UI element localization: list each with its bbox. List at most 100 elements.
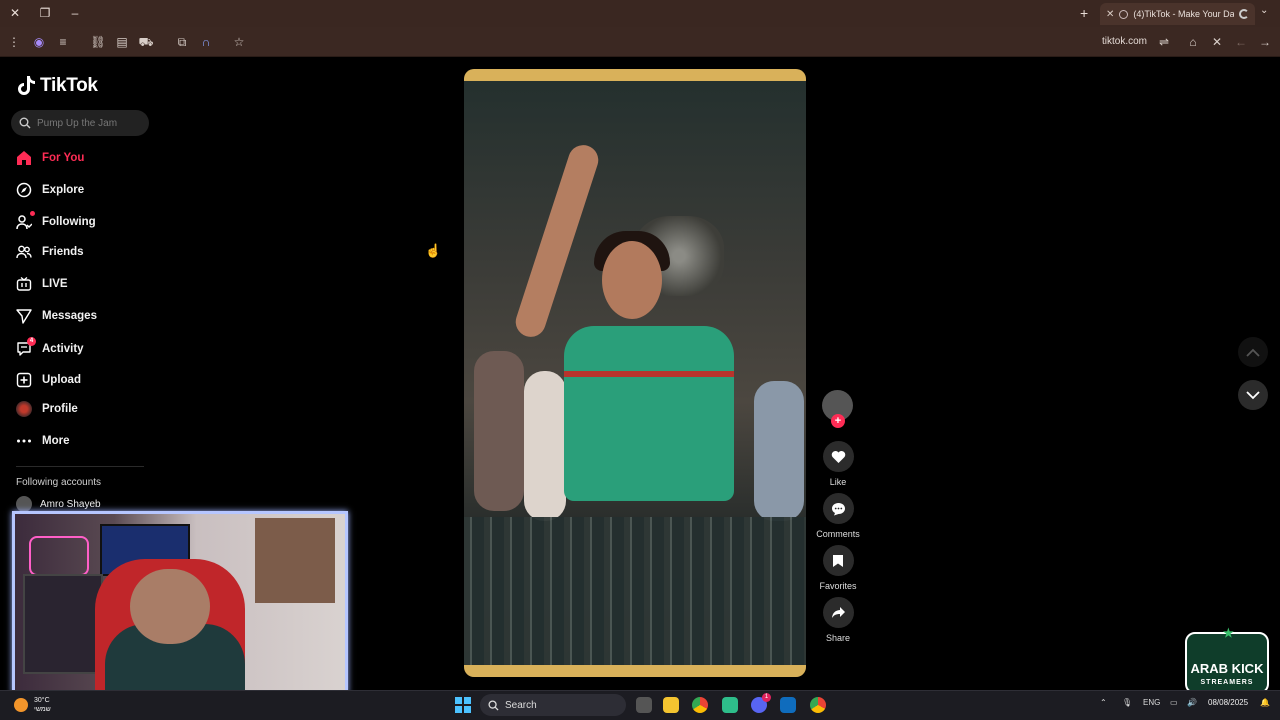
following-account-item[interactable]: Amro Shayeb	[16, 496, 101, 512]
video-player[interactable]	[464, 69, 806, 677]
nav-friends[interactable]: Friends	[16, 240, 156, 264]
avatar	[16, 401, 32, 417]
sun-icon	[14, 698, 28, 712]
close-window-icon[interactable]: ✕	[6, 5, 24, 21]
search-input[interactable]	[37, 117, 137, 129]
arc-icon[interactable]: ∩	[198, 34, 214, 50]
watermark-line2: STREAMERS	[1200, 679, 1254, 686]
share-button[interactable]: Share	[812, 597, 864, 643]
nav-profile[interactable]: Profile	[16, 397, 156, 421]
favorites-label: Favorites	[819, 581, 857, 591]
translate-icon[interactable]: ▤	[114, 34, 130, 50]
task-view-icon[interactable]	[636, 697, 652, 713]
volume-icon[interactable]: 🔊	[1187, 698, 1197, 707]
minimize-icon[interactable]: –	[66, 5, 84, 21]
address-bar-url[interactable]: tiktok.com	[1102, 36, 1147, 47]
nav-messages[interactable]: Messages	[16, 304, 156, 328]
dj-mixer	[464, 517, 806, 665]
nav-upload[interactable]: Upload	[16, 368, 156, 392]
bookmark-icon	[822, 545, 854, 576]
message-icon	[16, 308, 32, 324]
close-tab-icon[interactable]: ✕	[1106, 9, 1114, 20]
taskbar-search[interactable]: Search	[480, 694, 626, 716]
nav-label: Profile	[42, 403, 78, 415]
taskbar-search-label: Search	[505, 699, 537, 711]
nav-live[interactable]: LIVE	[16, 272, 156, 296]
nav-label: Messages	[42, 310, 97, 322]
nav-for-you[interactable]: For You	[16, 146, 156, 170]
avatar	[16, 496, 32, 512]
menu-dots-icon[interactable]: ⋮	[6, 34, 22, 50]
nav-label: For You	[42, 152, 85, 164]
arab-kick-streamers-logo: ★ ARAB KICK STREAMERS	[1185, 626, 1269, 694]
outlook-icon[interactable]	[780, 697, 796, 713]
weather-temp: 30°C	[34, 697, 50, 704]
home-icon[interactable]: ⌂	[1185, 34, 1201, 50]
comments-button[interactable]: Comments	[812, 493, 864, 539]
like-label: Like	[829, 477, 847, 487]
playlist-icon[interactable]: ≡	[55, 34, 71, 50]
wall-poster	[255, 518, 335, 603]
previous-video-button[interactable]	[1238, 337, 1268, 367]
raised-arm	[511, 141, 603, 341]
like-button[interactable]: Like	[812, 441, 864, 487]
network-icon[interactable]: ▭	[1170, 698, 1178, 707]
notification-icon[interactable]: 🔔	[1260, 698, 1270, 707]
chrome-active-icon[interactable]	[810, 697, 826, 713]
weather-widget[interactable]: 30°C שמשי	[14, 696, 51, 714]
search-bar[interactable]	[11, 110, 149, 136]
browser-toolbar	[0, 27, 1280, 57]
nav-following[interactable]: Following	[16, 210, 156, 234]
upload-icon	[16, 372, 32, 388]
follow-button[interactable]: +	[831, 414, 845, 428]
video-frame-top	[464, 69, 806, 81]
home-icon	[16, 150, 32, 166]
taskbar-date[interactable]: 08/08/2025	[1208, 698, 1248, 707]
screen: ✕ ❐ – + ✕ (4)TikTok - Make Your Day ⌄ ⋮ …	[0, 0, 1280, 720]
app-icon[interactable]	[722, 697, 738, 713]
language-indicator[interactable]: ENG	[1143, 698, 1160, 707]
heart-icon	[822, 441, 854, 472]
activity-icon: 4	[16, 337, 36, 357]
next-video-button[interactable]	[1238, 380, 1268, 410]
bookmark-star-icon[interactable]: ☆	[231, 34, 247, 50]
tab-list-chevron-icon[interactable]: ⌄	[1260, 5, 1268, 16]
forward-arrow-icon[interactable]: →	[1257, 34, 1273, 50]
extension-icon[interactable]: ◉	[31, 34, 47, 50]
nav-more[interactable]: More	[16, 429, 156, 453]
new-tab-button[interactable]: +	[1080, 5, 1088, 21]
nav-explore[interactable]: Explore	[16, 178, 156, 202]
tiktok-logo[interactable]: TikTok	[16, 75, 98, 97]
browser-tab[interactable]: ✕ (4)TikTok - Make Your Day	[1100, 3, 1255, 25]
friends-icon	[16, 244, 32, 260]
brand-name: TikTok	[40, 75, 98, 96]
search-icon	[19, 117, 31, 129]
share-label: Share	[825, 633, 851, 643]
windows-start-icon[interactable]	[455, 697, 471, 713]
microphone-icon[interactable]: 🎙	[1122, 698, 1132, 707]
maximize-icon[interactable]: ❐	[36, 5, 54, 21]
file-explorer-icon[interactable]	[663, 697, 679, 713]
site-settings-icon[interactable]: ⇌	[1156, 34, 1172, 50]
video-frame-bottom	[464, 665, 806, 677]
puzzle-icon[interactable]: ⧉	[174, 34, 190, 50]
tray-chevron-up-icon[interactable]: ⌃	[1100, 698, 1107, 707]
chevron-down-icon	[1246, 390, 1260, 399]
back-arrow-icon[interactable]: ←	[1233, 34, 1249, 50]
discord-icon[interactable]: 1	[751, 693, 771, 713]
activity-count-badge: 4	[27, 337, 36, 346]
new-dot-badge	[30, 211, 35, 216]
favorites-button[interactable]: Favorites	[812, 545, 864, 591]
live-icon	[16, 276, 32, 292]
browser-tabbar: ✕ ❐ – + ✕ (4)TikTok - Make Your Day ⌄	[0, 0, 1280, 27]
dj-head	[602, 241, 662, 319]
nav-activity[interactable]: 4 Activity	[16, 337, 156, 361]
tab-title: (4)TikTok - Make Your Day	[1133, 9, 1234, 19]
car-icon[interactable]: ⛟	[138, 34, 154, 50]
weather-text: שמשי	[34, 706, 51, 713]
link-icon[interactable]: ⛓	[90, 34, 106, 50]
stop-icon[interactable]: ✕	[1209, 34, 1225, 50]
chrome-icon[interactable]	[692, 697, 708, 713]
video-frame	[464, 81, 806, 665]
neon-sign	[29, 536, 89, 576]
